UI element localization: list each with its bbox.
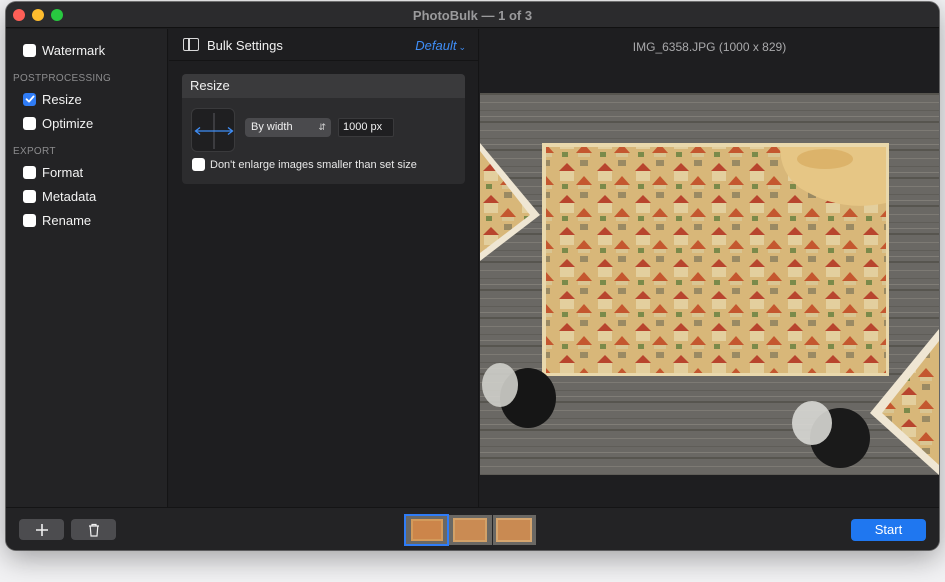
- thumbnail-2[interactable]: [449, 515, 492, 545]
- trash-icon: [88, 523, 99, 537]
- section-label-export: EXPORT: [13, 146, 56, 157]
- resize-mode-select[interactable]: By width ⇵: [245, 118, 331, 137]
- sidebar-toggle-icon[interactable]: [183, 38, 199, 51]
- rename-checkbox[interactable]: [23, 213, 36, 227]
- dont-enlarge-label: Don't enlarge images smaller than set si…: [210, 158, 417, 171]
- section-label-postprocessing: POSTPROCESSING: [13, 73, 112, 84]
- updown-chevron-icon: ⇵: [318, 122, 326, 132]
- metadata-checkbox[interactable]: [23, 189, 36, 203]
- sidebar-item-metadata[interactable]: Metadata: [23, 187, 96, 205]
- bottom-toolbar: Start: [6, 507, 939, 550]
- sidebar-item-label: Metadata: [42, 188, 97, 204]
- add-button[interactable]: [19, 519, 64, 540]
- preview-image: [480, 93, 939, 475]
- format-checkbox[interactable]: [23, 165, 36, 179]
- sidebar-item-label: Optimize: [42, 115, 94, 131]
- app-window: PhotoBulk — 1 of 3 Watermark POSTPROCESS…: [6, 2, 939, 550]
- sidebar-item-format[interactable]: Format: [23, 163, 83, 181]
- sidebar: Watermark POSTPROCESSING Resize Optimize…: [6, 29, 168, 507]
- sidebar-item-watermark[interactable]: Watermark: [23, 41, 105, 59]
- resize-section-title: Resize: [182, 74, 465, 98]
- dont-enlarge-checkbox[interactable]: [192, 158, 205, 171]
- thumbnail-strip: [404, 514, 537, 546]
- settings-title: Bulk Settings: [207, 38, 283, 53]
- sidebar-item-label: Format: [42, 164, 84, 180]
- settings-header: Bulk Settings Default ⌄: [169, 29, 478, 61]
- dont-enlarge-option[interactable]: Don't enlarge images smaller than set si…: [192, 158, 417, 171]
- preset-dropdown[interactable]: Default ⌄: [415, 38, 466, 53]
- chevron-down-icon: ⌄: [458, 42, 466, 52]
- resize-checkbox[interactable]: [23, 92, 36, 106]
- thumbnail-3[interactable]: [493, 515, 536, 545]
- sidebar-item-label: Watermark: [42, 42, 106, 58]
- resize-width-input[interactable]: 1000 px: [338, 118, 394, 137]
- resize-mode-value: By width: [251, 121, 293, 133]
- resize-settings-box: Resize By width ⇵ 1000 px Don't enlarge …: [182, 74, 465, 184]
- sidebar-item-label: Resize: [42, 91, 82, 107]
- resize-mode-icon: [191, 108, 235, 152]
- thumbnail-1[interactable]: [404, 514, 449, 546]
- window-title: PhotoBulk — 1 of 3: [412, 8, 533, 23]
- sidebar-item-rename[interactable]: Rename: [23, 211, 91, 229]
- settings-panel: Bulk Settings Default ⌄ Resize By width ⇵…: [169, 29, 479, 507]
- checkmark-icon: [25, 95, 34, 103]
- preview-area: IMG_6358.JPG (1000 x 829): [480, 29, 939, 507]
- watermark-checkbox[interactable]: [23, 43, 36, 57]
- preset-label: Default: [415, 38, 457, 53]
- plus-icon: [35, 523, 48, 536]
- sidebar-item-optimize[interactable]: Optimize: [23, 114, 93, 132]
- optimize-checkbox[interactable]: [23, 116, 36, 130]
- preview-filename: IMG_6358.JPG (1000 x 829): [632, 40, 787, 54]
- start-button[interactable]: Start: [851, 519, 926, 541]
- title-bar: PhotoBulk — 1 of 3: [6, 2, 939, 28]
- delete-button[interactable]: [71, 519, 116, 540]
- sidebar-item-label: Rename: [42, 212, 92, 228]
- sidebar-item-resize[interactable]: Resize: [23, 90, 82, 108]
